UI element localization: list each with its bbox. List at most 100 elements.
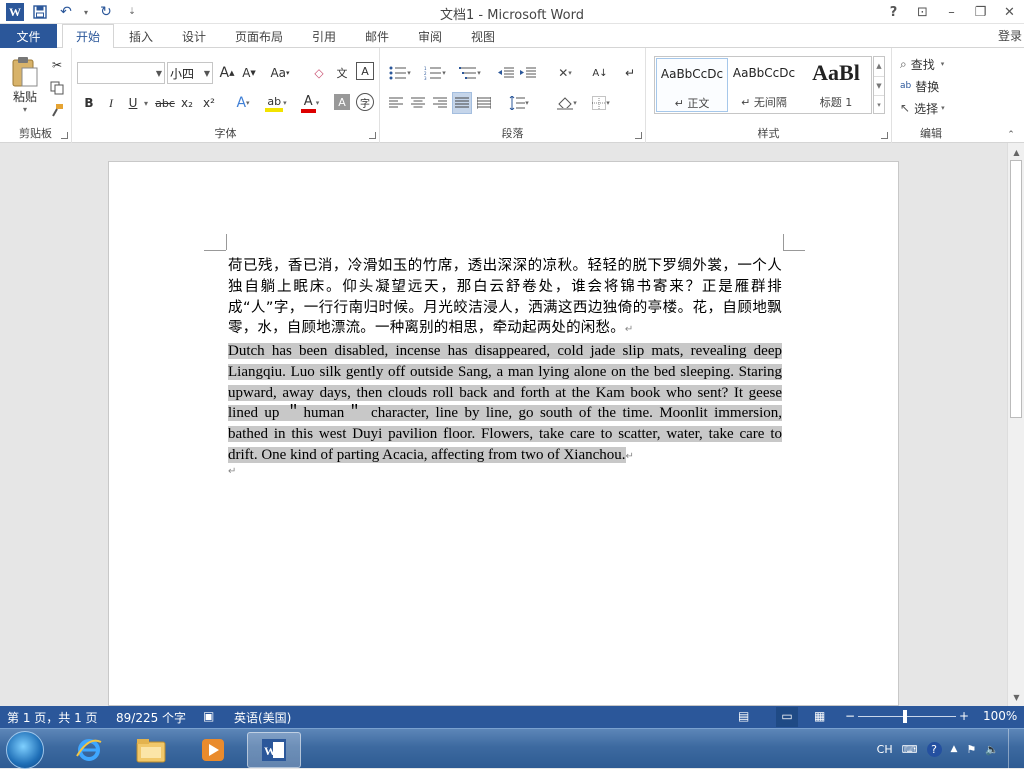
zoom-level[interactable]: 100% <box>983 709 1017 723</box>
word-taskbar-icon[interactable]: W <box>247 732 301 768</box>
language-indicator[interactable]: 英语(美国) <box>234 709 291 726</box>
flag-icon[interactable]: ⚑ <box>966 743 976 756</box>
close-button[interactable]: ✕ <box>995 0 1024 24</box>
style-no-spacing[interactable]: AaBbCcDc ↵ 无间隔 <box>728 58 800 112</box>
print-layout-icon[interactable]: ▭ <box>776 707 798 727</box>
tab-references[interactable]: 引用 <box>303 24 345 48</box>
styles-down-icon[interactable]: ▼ <box>874 76 884 94</box>
strikethrough-button[interactable]: abc <box>154 92 176 114</box>
help-button[interactable]: ? <box>879 0 908 24</box>
shrink-font-icon[interactable]: A ▼ <box>240 62 258 84</box>
input-language[interactable]: CH <box>877 743 893 756</box>
style-normal[interactable]: AaBbCcDc ↵ 正文 <box>656 58 728 112</box>
borders-icon[interactable]: ▾ <box>586 92 616 114</box>
empty-paragraph-mark[interactable]: ↵ <box>228 466 236 477</box>
media-player-icon[interactable] <box>186 732 240 768</box>
styles-more-icon[interactable]: ▾ <box>874 95 884 113</box>
replace-button[interactable]: ab 替换 <box>900 76 968 96</box>
grow-font-icon[interactable]: A ▲ <box>218 62 236 84</box>
character-shading-icon[interactable]: A <box>334 94 350 110</box>
help-tray-icon[interactable]: ? <box>926 741 942 757</box>
word-count[interactable]: 89/225 个字 <box>116 709 186 726</box>
font-color-icon[interactable]: A ▾ <box>296 92 324 114</box>
align-left-icon[interactable] <box>386 92 406 114</box>
distributed-icon[interactable] <box>474 92 494 114</box>
login-link[interactable]: 登录 <box>998 27 1022 44</box>
numbering-icon[interactable]: 1 2 3 ▾ <box>420 62 450 84</box>
decrease-indent-icon[interactable] <box>496 62 516 84</box>
minimize-button[interactable]: – <box>937 0 966 24</box>
format-painter-icon[interactable] <box>48 101 66 119</box>
styles-launcher-icon[interactable] <box>881 132 888 139</box>
enclose-characters-icon[interactable]: 字 <box>356 93 374 111</box>
tab-review[interactable]: 审阅 <box>409 24 451 48</box>
asian-layout-icon[interactable]: ✕ ▾ <box>550 62 580 84</box>
superscript-button[interactable]: x² <box>200 92 218 114</box>
font-name-combo[interactable]: ▼ <box>77 62 165 84</box>
web-layout-icon[interactable]: ▦ <box>814 709 825 723</box>
underline-dropdown-icon[interactable]: ▾ <box>142 92 150 114</box>
select-button[interactable]: ↖ 选择 ▾ <box>900 98 968 118</box>
tab-view[interactable]: 视图 <box>462 24 504 48</box>
vertical-scrollbar[interactable]: ▲ ▼ <box>1007 143 1024 706</box>
read-mode-icon[interactable]: ▤ <box>738 709 749 723</box>
zoom-out-icon[interactable]: − <box>845 709 855 723</box>
paragraph-chinese[interactable]: 荷已残，香已消，冷滑如玉的竹席，透出深深的凉秋。轻轻的脱下罗绸外裳，一个人独自躺… <box>228 256 782 341</box>
font-launcher-icon[interactable] <box>369 132 376 139</box>
tab-mailings[interactable]: 邮件 <box>356 24 398 48</box>
file-explorer-icon[interactable] <box>124 732 178 768</box>
styles-up-icon[interactable]: ▲ <box>874 57 884 75</box>
show-desktop-button[interactable] <box>1008 729 1018 769</box>
shading-icon[interactable]: ▾ <box>552 92 582 114</box>
align-right-icon[interactable] <box>430 92 450 114</box>
scroll-thumb[interactable] <box>1010 160 1022 418</box>
tray-chevron-icon[interactable]: ▲ <box>951 744 958 754</box>
align-center-icon[interactable] <box>408 92 428 114</box>
find-button[interactable]: ⌕ 查找 ▾ <box>900 54 968 74</box>
start-button[interactable] <box>6 731 44 769</box>
tab-design[interactable]: 设计 <box>173 24 215 48</box>
bullets-icon[interactable]: ▾ <box>386 62 414 84</box>
justify-icon[interactable] <box>452 92 472 114</box>
increase-indent-icon[interactable] <box>518 62 538 84</box>
paragraph-launcher-icon[interactable] <box>635 132 642 139</box>
collapse-ribbon-icon[interactable]: ⌃ <box>1004 130 1018 140</box>
line-spacing-icon[interactable]: ▾ <box>504 92 534 114</box>
subscript-button[interactable]: x₂ <box>178 92 196 114</box>
zoom-in-icon[interactable]: + <box>959 709 969 723</box>
tab-insert[interactable]: 插入 <box>120 24 162 48</box>
text-effects-icon[interactable]: A ▾ <box>230 92 256 114</box>
zoom-slider[interactable] <box>858 716 956 717</box>
scroll-down-icon[interactable]: ▼ <box>1008 690 1024 704</box>
paste-button[interactable]: 粘贴 ▾ <box>6 54 44 116</box>
multilevel-list-icon[interactable]: ▾ <box>456 62 484 84</box>
ribbon-display-options-button[interactable]: ⊡ <box>908 0 937 24</box>
font-size-combo[interactable]: 小四 ▼ <box>167 62 213 84</box>
tab-page-layout[interactable]: 页面布局 <box>226 24 292 48</box>
cut-icon[interactable]: ✂ <box>48 56 66 74</box>
highlight-color-icon[interactable]: ab ▾ <box>262 92 290 114</box>
keyboard-icon[interactable]: ⌨ <box>902 743 918 756</box>
page-count[interactable]: 第 1 页，共 1 页 <box>7 709 98 726</box>
proofing-icon[interactable]: ▣ <box>203 709 214 723</box>
maximize-button[interactable]: ❐ <box>966 0 995 24</box>
ie-icon[interactable] <box>62 732 116 768</box>
copy-icon[interactable] <box>48 79 66 97</box>
sort-icon[interactable]: A↓ <box>590 62 610 84</box>
bold-button[interactable]: B <box>80 92 98 114</box>
clear-formatting-icon[interactable]: ◇ <box>310 62 328 84</box>
style-heading-1[interactable]: AaBl 标题 1 <box>800 58 872 112</box>
paragraph-english-selected[interactable]: Dutch has been disabled, incense has dis… <box>228 341 782 468</box>
show-hide-marks-icon[interactable]: ↵ <box>620 62 640 84</box>
scroll-up-icon[interactable]: ▲ <box>1008 145 1024 159</box>
tab-file[interactable]: 文件 <box>0 24 57 48</box>
zoom-slider-thumb[interactable] <box>903 710 907 723</box>
clipboard-launcher-icon[interactable] <box>61 132 68 139</box>
phonetic-guide-icon[interactable]: 文 <box>332 62 352 84</box>
underline-button[interactable]: U <box>124 92 142 114</box>
volume-icon[interactable]: 🔈 <box>985 743 999 756</box>
tab-home[interactable]: 开始 <box>62 24 114 49</box>
italic-button[interactable]: I <box>102 92 120 114</box>
change-case-icon[interactable]: Aa ▾ <box>266 62 294 84</box>
character-border-icon[interactable]: A <box>356 62 374 80</box>
